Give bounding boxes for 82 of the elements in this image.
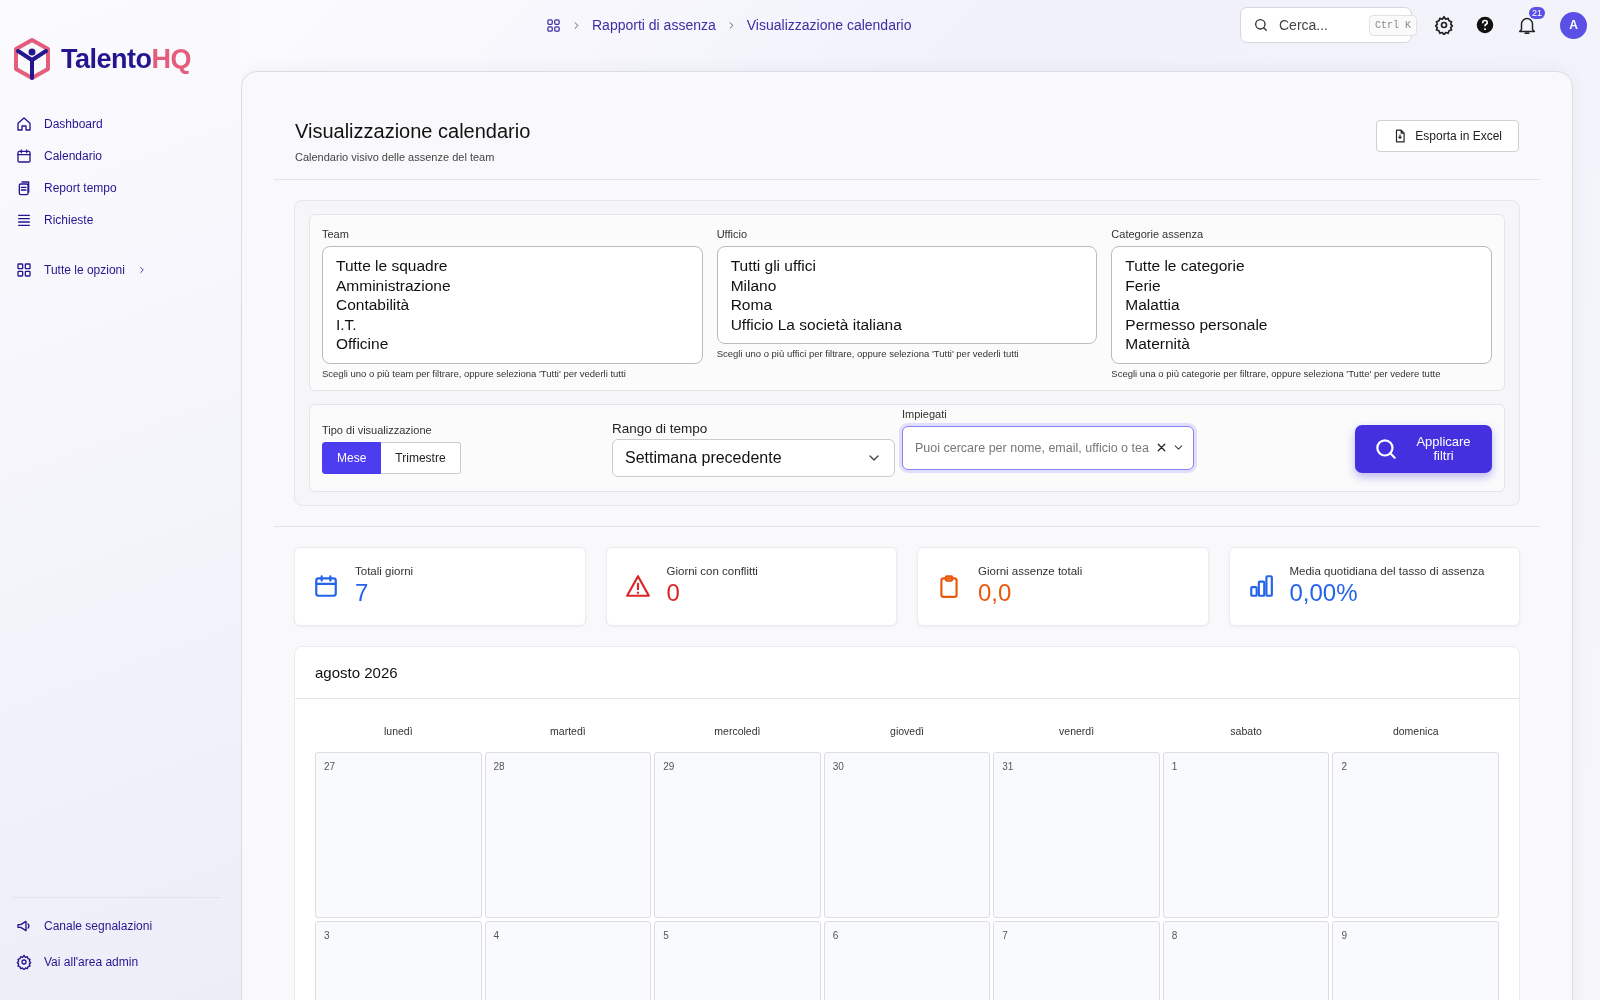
calendar-icon: [16, 148, 32, 164]
breadcrumb-link[interactable]: Visualizzazione calendario: [746, 17, 912, 33]
export-button[interactable]: Esporta in Excel: [1376, 120, 1519, 152]
day-cell[interactable]: 30: [823, 751, 991, 918]
search-icon: [1253, 17, 1269, 33]
weekday-label: giovedì: [889, 723, 925, 739]
field-hint: Scegli uno o più uffici per filtrare, oppure seleziona 'Tutti' per vederli tutti: [716, 347, 1020, 360]
search-input[interactable]: Cerca...: [1277, 16, 1361, 34]
home-icon: [16, 116, 32, 132]
sidebar-item[interactable]: Richieste: [13, 204, 97, 236]
calendar-icon: [313, 572, 339, 599]
stat-value: 0,0: [978, 578, 1013, 607]
day-cell[interactable]: 28: [484, 751, 652, 918]
sidebar-item[interactable]: Dashboard: [13, 108, 106, 140]
megaphone-icon: [16, 918, 32, 934]
report-icon: [16, 180, 32, 196]
settings-icon: [1434, 15, 1454, 35]
day-cell[interactable]: 4: [484, 920, 652, 1000]
day-cell[interactable]: 3: [315, 920, 482, 1000]
weekday-label: martedì: [549, 723, 587, 739]
weekday-label: venerdì: [1058, 723, 1096, 739]
day-cell[interactable]: 7: [993, 920, 1160, 1000]
sidebar-item[interactable]: Vai all'area admin: [13, 946, 142, 978]
view-toggle[interactable]: Trimestre: [381, 441, 461, 474]
field-label: Impiegati: [902, 407, 948, 420]
grid-icon: [546, 17, 561, 33]
stat-label: Totali giorni: [355, 564, 414, 577]
weekday-label: domenica: [1391, 723, 1440, 739]
grid-icon: [16, 262, 32, 278]
stat-label: Media quotidiana del tasso di assenza: [1289, 564, 1485, 577]
page-title: Visualizzazione calendario: [295, 120, 531, 143]
employees-input[interactable]: Puoi cercare per nome, email, ufficio o tea: [913, 439, 1151, 456]
field-label: Rango di tempo: [612, 420, 709, 436]
sidebar-item[interactable]: Report tempo: [13, 172, 120, 204]
all-options-link[interactable]: Tutte le opzioni: [13, 254, 150, 286]
gear-icon: [16, 954, 32, 970]
field-hint: Scegli uno o più team per filtrare, oppure seleziona 'Tutti' per vederli tutti: [322, 366, 627, 380]
field-label: Tipo di visualizzazione: [322, 423, 433, 436]
day-cell[interactable]: 8: [1162, 920, 1330, 1000]
day-cell[interactable]: 29: [654, 751, 821, 918]
day-cell[interactable]: 27: [315, 751, 482, 918]
calendar-title: agosto 2026: [295, 646, 1519, 699]
sidebar-item[interactable]: Calendario: [13, 140, 106, 172]
shortcut-hint: Ctrl K: [1369, 14, 1417, 36]
day-cell[interactable]: 31: [993, 751, 1160, 918]
apply-filters-button[interactable]: Applicare filtri: [1355, 424, 1492, 473]
stat-label: Giorni assenze totali: [978, 564, 1083, 577]
cube-logo-icon: [13, 38, 51, 80]
brand-name: TalentoHQ: [61, 43, 191, 75]
field-label: Categorie assenza: [1111, 228, 1205, 240]
help-icon[interactable]: [1476, 16, 1494, 34]
field-hint: Scegli una o più categorie per filtrare, oppure seleziona 'Tutte' per vedere tutte: [1111, 366, 1442, 380]
stat-label: Giorni con conflitti: [666, 564, 758, 577]
multi-select-field[interactable]: Tutte le categorie Ferie Malattia Permesso personale Maternità: [1111, 246, 1492, 364]
page-subtitle: Calendario visivo delle assenze del team: [295, 151, 496, 163]
day-cell[interactable]: 5: [654, 920, 821, 1000]
weekday-label: mercoledì: [713, 723, 762, 739]
employees-field[interactable]: Puoi cercare per nome, email, ufficio o tea: [902, 425, 1194, 470]
list-icon: [16, 212, 32, 228]
field-label: Ufficio: [716, 228, 749, 240]
day-cell[interactable]: 9: [1332, 920, 1499, 1000]
weekday-label: sabato: [1229, 723, 1263, 739]
user-avatar[interactable]: A: [1560, 11, 1587, 39]
day-cell[interactable]: 2: [1332, 751, 1499, 918]
multi-select-field[interactable]: Tutti gli uffici Milano Roma Ufficio La società italiana: [716, 246, 1098, 344]
field-label: Team: [322, 228, 350, 240]
multi-select-field[interactable]: Tutte le squadre Amministrazione Contabilità I.T. Officine: [322, 246, 703, 364]
day-cell[interactable]: 1: [1162, 751, 1330, 918]
warning-icon: [624, 572, 651, 599]
time-range-dropdown[interactable]: Settimana precedente: [612, 438, 895, 477]
file-icon: [1393, 129, 1408, 143]
weekday-label: lunedì: [382, 723, 414, 739]
stat-value: 0: [666, 578, 681, 607]
clear-icon: [1155, 441, 1168, 454]
notification-badge: 21: [1529, 7, 1545, 19]
sidebar-item[interactable]: Canale segnalazioni: [13, 910, 156, 942]
day-cell[interactable]: 6: [823, 920, 991, 1000]
stat-value: 7: [355, 578, 370, 607]
view-toggle[interactable]: Mese: [322, 441, 382, 474]
breadcrumb-link[interactable]: Rapporti di assenza: [592, 17, 716, 33]
bar-chart-icon: [1247, 572, 1274, 599]
stat-value: 0,00%: [1289, 578, 1359, 607]
